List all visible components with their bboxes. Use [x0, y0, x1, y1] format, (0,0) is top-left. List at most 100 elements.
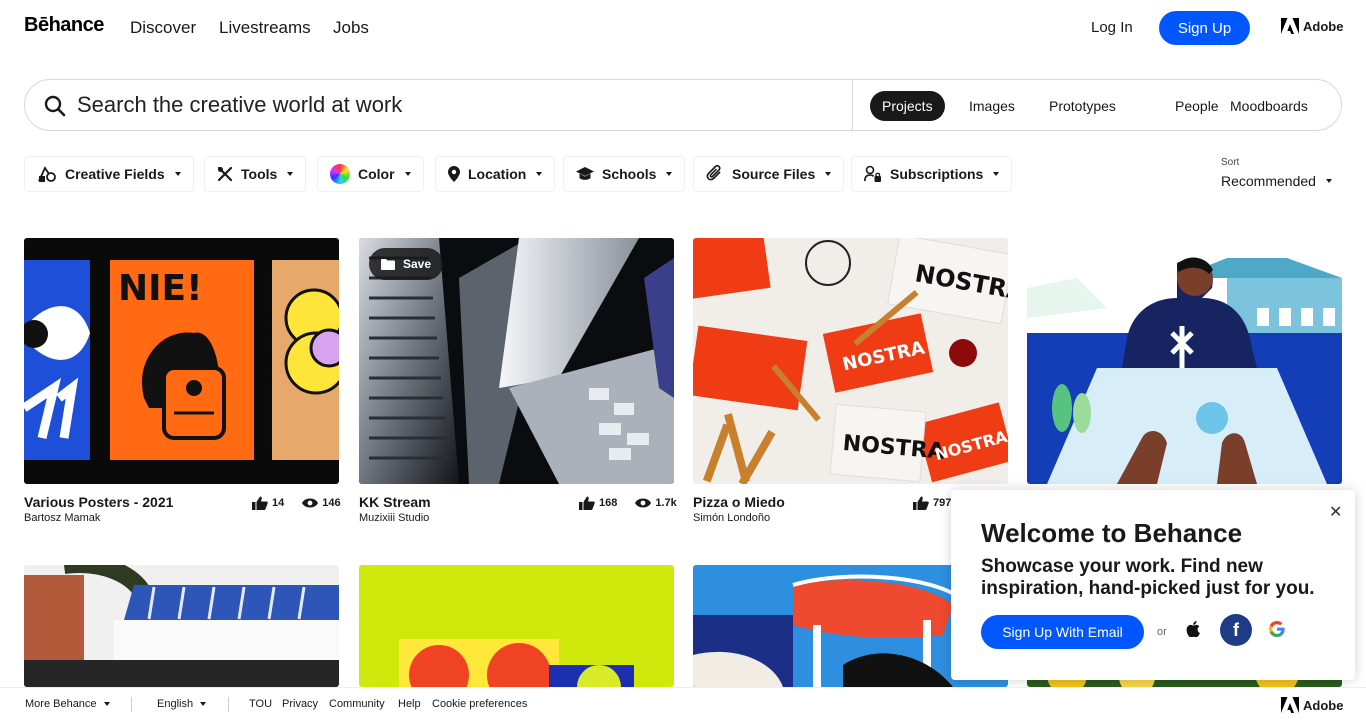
- project-image: NIE!: [24, 238, 339, 484]
- like-count: 797: [933, 497, 952, 509]
- apple-icon[interactable]: [1186, 621, 1200, 637]
- view-count: 146: [322, 497, 341, 509]
- filter-color[interactable]: Color: [317, 156, 424, 192]
- project-thumbnail[interactable]: [359, 565, 674, 687]
- footer-link-privacy[interactable]: Privacy: [282, 698, 318, 710]
- login-link[interactable]: Log In: [1091, 19, 1133, 36]
- like-icon: [913, 496, 929, 510]
- sort-value: Recommended: [1221, 173, 1316, 189]
- more-behance-dropdown[interactable]: More Behance: [25, 698, 110, 710]
- sort-dropdown[interactable]: Recommended: [1221, 173, 1332, 189]
- chevron-down-icon: [200, 702, 207, 706]
- filter-label: Location: [468, 166, 527, 182]
- footer-link-community[interactable]: Community: [329, 698, 385, 710]
- facebook-icon[interactable]: f: [1220, 614, 1252, 646]
- project-stats: 14 146: [252, 496, 341, 510]
- adobe-logo-icon: [1281, 18, 1299, 34]
- filter-creative-fields[interactable]: Creative Fields: [24, 156, 194, 192]
- project-thumbnail[interactable]: NIE!: [24, 238, 339, 484]
- view-icon: [302, 498, 319, 508]
- project-image: NOSTRA NOSTRA NOSTRA NOSTRA: [693, 238, 1008, 484]
- like-count: 168: [599, 497, 618, 509]
- filter-label: Tools: [241, 166, 278, 182]
- chevron-down-icon: [174, 172, 181, 176]
- save-button[interactable]: Save: [369, 248, 444, 280]
- location-pin-icon: [448, 166, 460, 182]
- chevron-down-icon: [103, 702, 110, 706]
- project-title[interactable]: KK Stream: [359, 494, 431, 510]
- behance-logo[interactable]: Bēhance: [24, 14, 104, 37]
- project-thumbnail[interactable]: NOSTRA NOSTRA NOSTRA NOSTRA: [693, 238, 1008, 484]
- svg-text:NIE!: NIE!: [118, 268, 203, 309]
- schools-icon: [576, 167, 594, 180]
- tab-images[interactable]: Images: [957, 91, 1027, 121]
- popup-title: Welcome to Behance: [981, 518, 1243, 548]
- filter-subscriptions[interactable]: Subscriptions: [851, 156, 1013, 192]
- signup-button[interactable]: Sign Up: [1159, 11, 1250, 45]
- chevron-down-icon: [536, 172, 543, 176]
- project-title[interactable]: Pizza o Miedo: [693, 494, 785, 510]
- top-nav: Bēhance Discover Livestreams Jobs Log In…: [0, 0, 1366, 56]
- color-wheel-icon: [330, 164, 350, 184]
- footer-link-cookies[interactable]: Cookie preferences: [432, 698, 527, 710]
- adobe-label: Adobe: [1303, 18, 1344, 34]
- chevron-down-icon: [1325, 179, 1332, 183]
- nav-jobs[interactable]: Jobs: [333, 18, 369, 38]
- tools-icon: [217, 166, 233, 182]
- more-behance-label: More Behance: [25, 698, 97, 710]
- tab-prototypes[interactable]: Prototypes: [1037, 91, 1128, 121]
- or-label: or: [1157, 626, 1167, 638]
- adobe-logo-icon: [1281, 697, 1299, 713]
- filter-location[interactable]: Location: [435, 156, 556, 192]
- language-dropdown[interactable]: English: [157, 698, 207, 710]
- nav-livestreams[interactable]: Livestreams: [219, 18, 311, 38]
- chevron-down-icon: [287, 172, 294, 176]
- like-icon: [579, 496, 595, 510]
- project-owner[interactable]: Muzixiii Studio: [359, 512, 429, 524]
- like-count: 14: [272, 497, 285, 509]
- view-icon: [635, 498, 652, 508]
- google-icon[interactable]: [1269, 621, 1285, 642]
- welcome-popup: ✕ Welcome to Behance Showcase your work.…: [951, 490, 1355, 680]
- project-image: [359, 565, 674, 687]
- chevron-down-icon: [666, 172, 673, 176]
- project-thumbnail[interactable]: [1027, 238, 1342, 484]
- filter-tools[interactable]: Tools: [204, 156, 307, 192]
- tab-projects[interactable]: Projects: [870, 91, 945, 121]
- project-owner[interactable]: Simón Londoño: [693, 512, 770, 524]
- project-image: [24, 565, 339, 687]
- project-thumbnail[interactable]: Save: [359, 238, 674, 484]
- tab-moodboards[interactable]: Moodboards: [1218, 91, 1320, 121]
- language-label: English: [157, 698, 194, 710]
- project-stats: 797: [913, 496, 951, 510]
- project-thumbnail[interactable]: [24, 565, 339, 687]
- chevron-down-icon: [404, 172, 411, 176]
- project-stats: 168 1.7k: [579, 496, 677, 510]
- search-icon: [44, 95, 66, 117]
- save-label: Save: [403, 257, 432, 271]
- source-files-icon: [706, 165, 721, 181]
- search-input[interactable]: [77, 88, 837, 122]
- adobe-link[interactable]: Adobe: [1281, 18, 1343, 34]
- project-title[interactable]: Various Posters - 2021: [24, 494, 173, 510]
- filter-schools[interactable]: Schools: [563, 156, 686, 192]
- chevron-down-icon: [825, 172, 832, 176]
- nav-discover[interactable]: Discover: [130, 18, 196, 38]
- filter-source-files[interactable]: Source Files: [693, 156, 845, 192]
- filter-label: Schools: [602, 166, 657, 182]
- search-divider: [852, 80, 853, 130]
- signup-email-button[interactable]: Sign Up With Email: [981, 615, 1144, 649]
- filter-label: Color: [358, 166, 395, 182]
- close-icon[interactable]: ✕: [1329, 502, 1342, 522]
- filter-label: Creative Fields: [65, 166, 165, 182]
- adobe-footer-link[interactable]: Adobe: [1281, 697, 1343, 713]
- filter-label: Subscriptions: [890, 166, 984, 182]
- folder-icon: [381, 258, 395, 270]
- footer-link-help[interactable]: Help: [398, 698, 421, 710]
- search-bar: Projects Images Prototypes People Moodbo…: [24, 79, 1342, 131]
- project-image: [1027, 238, 1342, 484]
- footer-link-tou[interactable]: TOU: [249, 698, 272, 710]
- project-owner[interactable]: Bartosz Mamak: [24, 512, 100, 524]
- creative-fields-icon: [38, 166, 56, 182]
- adobe-label: Adobe: [1303, 697, 1344, 713]
